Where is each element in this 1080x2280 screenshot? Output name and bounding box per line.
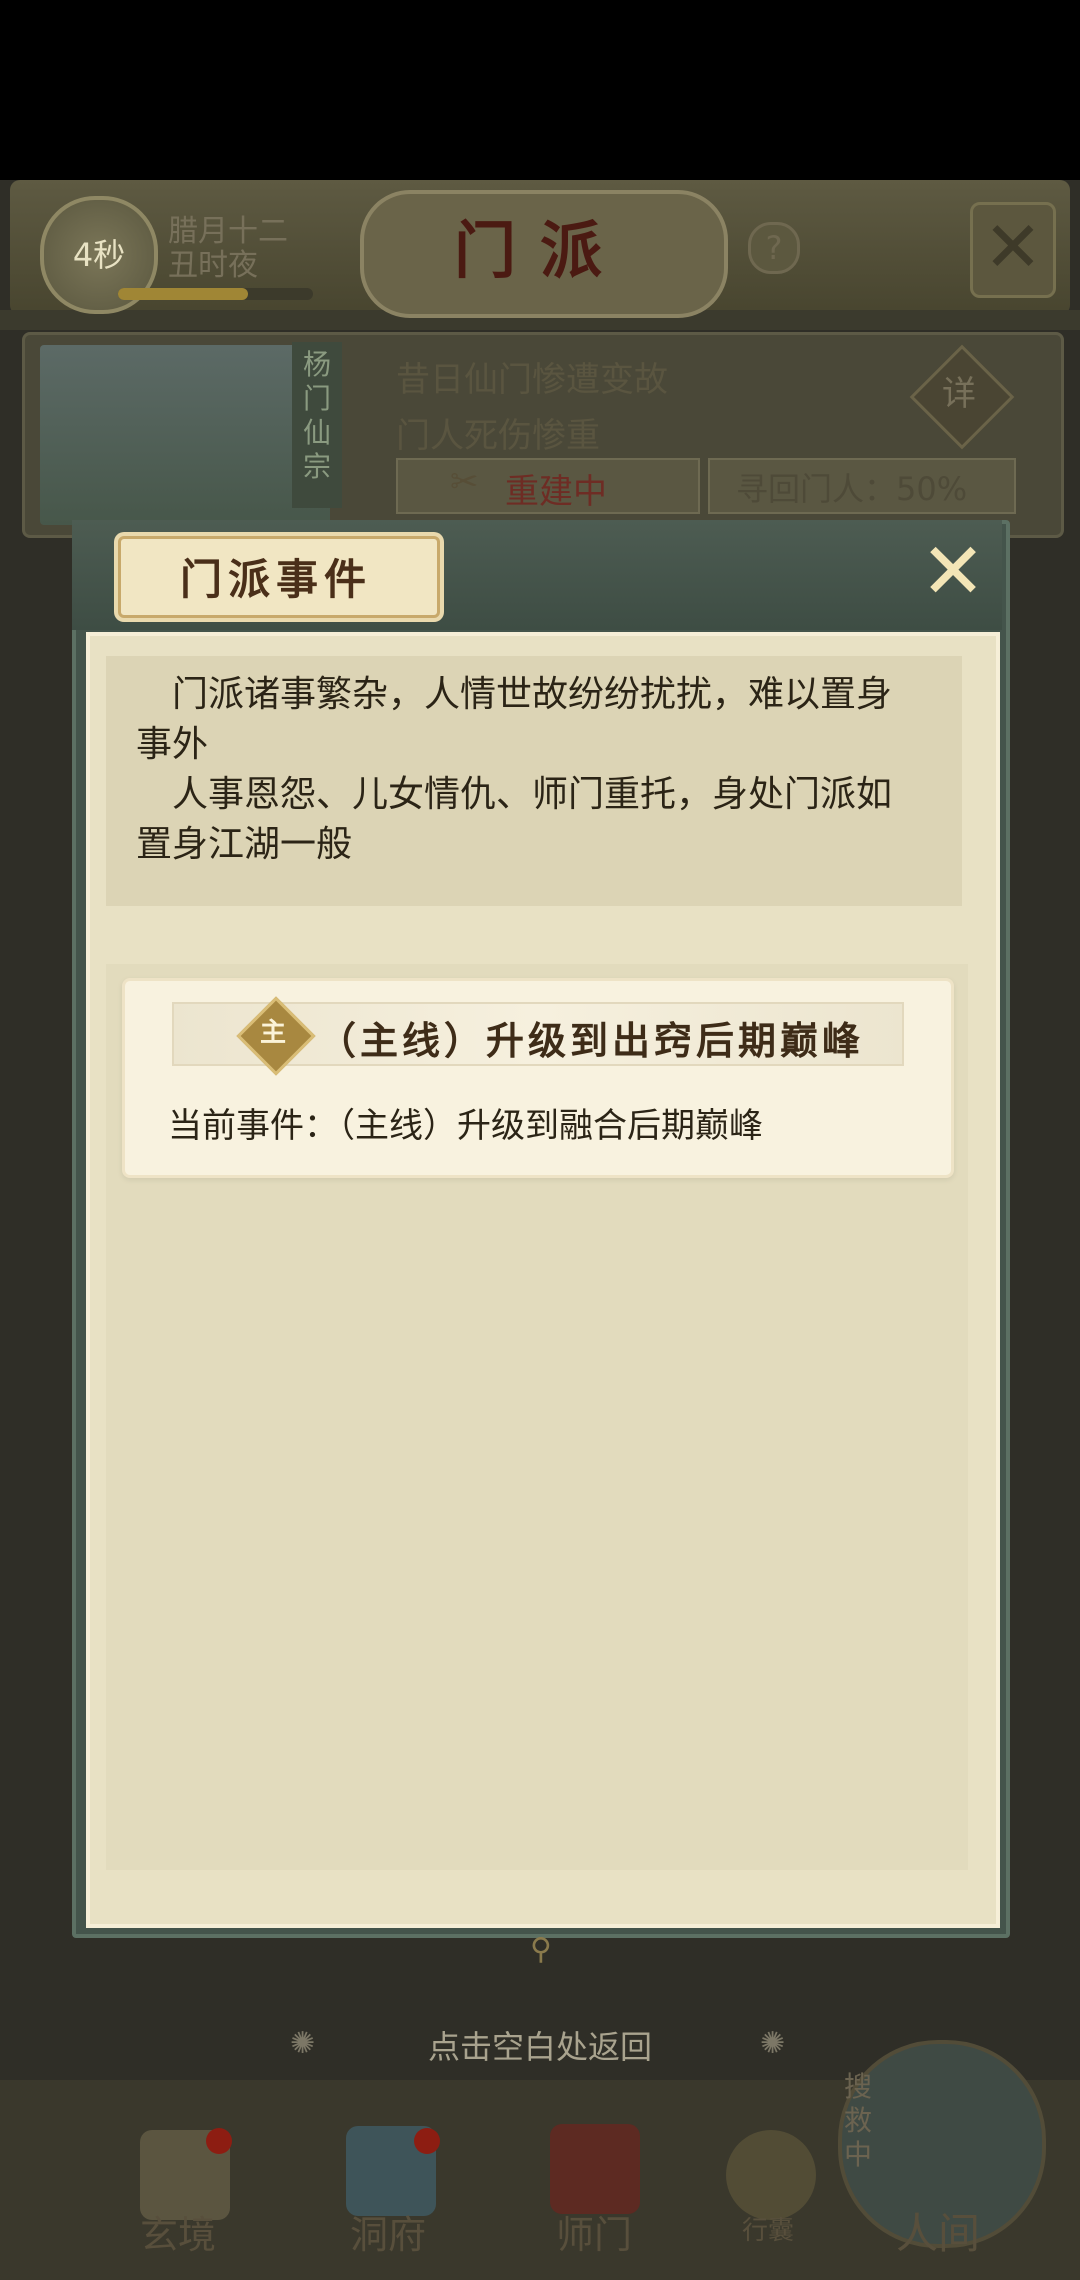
rebuild-status-label: 重建中 [505, 472, 607, 512]
event-title: （主线）升级到出窍后期巅峰 [318, 1018, 865, 1063]
nav-item-dongfu[interactable]: 洞府 [350, 2204, 426, 2259]
intro-paragraph-2: 人事恩怨、儿女情仇、师门重托，身处门派如置身江湖一般 [136, 774, 893, 865]
main-quest-badge-label: 主 [259, 1018, 286, 1048]
nav-item-renjian[interactable]: 人间 [896, 2200, 980, 2261]
time-of-day: 丑时夜 [168, 248, 258, 283]
hint-decoration-left-icon: ✺ [290, 2026, 316, 2061]
sect-name-banner: 杨门仙宗 [292, 342, 342, 508]
nav-item-xingnang[interactable]: 行囊 [742, 2210, 794, 2247]
help-icon[interactable]: ? [748, 222, 800, 274]
notification-dot [206, 2128, 232, 2154]
time-progress-fill [118, 288, 248, 300]
pouch-icon[interactable] [726, 2130, 816, 2220]
tap-blank-to-return-hint[interactable]: 点击空白处返回 [360, 2022, 720, 2068]
nav-item-shimen[interactable]: 师门 [556, 2204, 632, 2259]
nav-item-xuanjing[interactable]: 玄境 [140, 2204, 216, 2259]
header-close-icon[interactable]: ✕ [970, 202, 1056, 298]
modal-close-icon[interactable]: ✕ [918, 533, 988, 611]
crossed-swords-icon: ✂ [450, 462, 479, 502]
event-current-text: 当前事件：（主线）升级到融合后期巅峰 [168, 1106, 763, 1146]
page-title: 门派 [453, 214, 626, 287]
hint-decoration-right-icon: ✺ [760, 2026, 786, 2061]
scroll-pin-icon: ⚲ [530, 1932, 552, 1967]
sect-illustration [40, 345, 330, 525]
banner-icon[interactable] [550, 2124, 640, 2214]
intro-paragraph-1: 门派诸事繁杂，人情世故纷纷扰扰，难以置身事外 [136, 674, 893, 765]
sect-description-line1: 昔日仙门惨遭变故 [396, 360, 668, 400]
recover-members-label: 寻回门人：50% [736, 470, 968, 508]
sect-description-line2: 门人死伤惨重 [396, 416, 600, 456]
detail-label[interactable]: 详 [925, 360, 993, 428]
notification-dot [414, 2128, 440, 2154]
search-rescue-badge: 搜救中 [843, 2070, 872, 2171]
modal-title: 门派事件 [179, 555, 372, 604]
